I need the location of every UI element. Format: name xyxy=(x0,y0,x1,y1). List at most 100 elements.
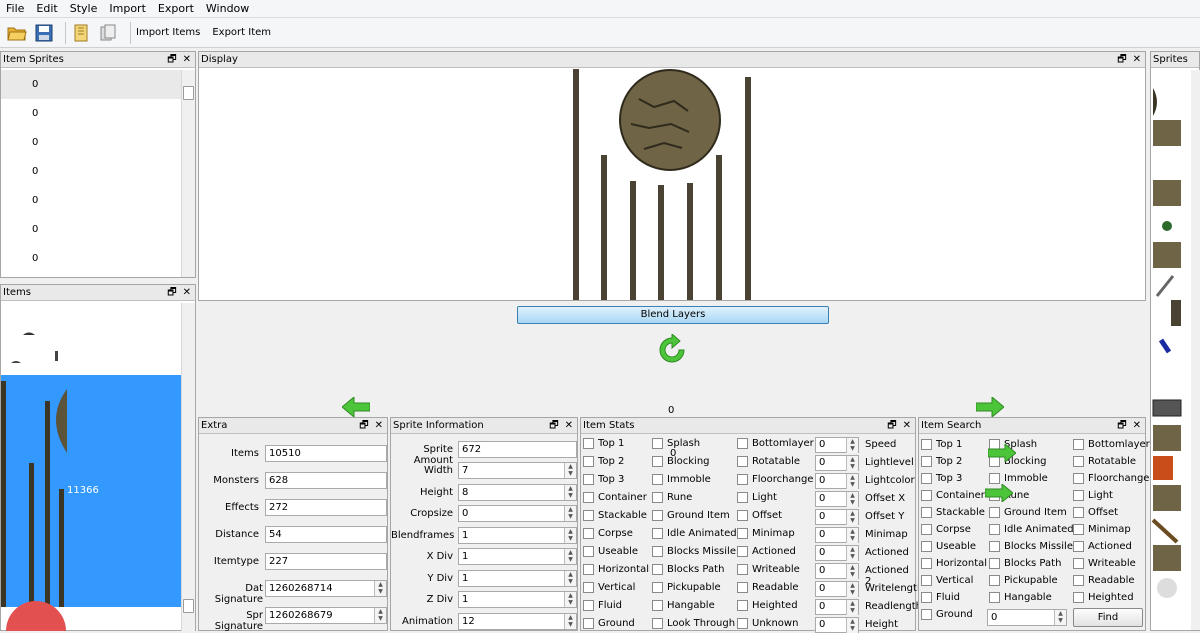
checkbox-box[interactable] xyxy=(583,474,594,485)
checkbox-box[interactable] xyxy=(737,456,748,467)
checkbox-box[interactable] xyxy=(583,600,594,611)
checkbox-box[interactable] xyxy=(652,546,663,557)
checkbox-item-stats-col3[interactable]: Heighted xyxy=(737,600,798,611)
find-button[interactable]: Find xyxy=(1073,608,1143,627)
y-div-field[interactable]: 1 ▲ ▼ xyxy=(458,570,577,587)
spin-arrows-icon[interactable]: ▲ ▼ xyxy=(564,614,576,629)
refresh-icon[interactable] xyxy=(656,332,688,369)
checkbox-box[interactable] xyxy=(1073,541,1084,552)
checkbox-item-search-col3[interactable]: Minimap xyxy=(1073,524,1131,535)
checkbox-box[interactable] xyxy=(921,473,932,484)
spin-arrows-icon[interactable]: ▲ ▼ xyxy=(564,506,576,521)
sprite-amount-field[interactable]: 672 xyxy=(458,441,577,458)
distance-field[interactable]: 54 xyxy=(265,526,387,543)
checkbox-box[interactable] xyxy=(737,564,748,575)
checkbox-item-stats-col2[interactable]: Look Through xyxy=(652,618,735,629)
checkbox-box[interactable] xyxy=(989,592,1000,603)
close-icon[interactable]: ✕ xyxy=(903,418,911,434)
checkbox-box[interactable] xyxy=(652,456,663,467)
scrollbar[interactable] xyxy=(181,303,195,631)
list-item[interactable]: 0 xyxy=(1,70,182,99)
checkbox-item-search-col1[interactable]: Container xyxy=(921,490,985,501)
close-icon[interactable]: ✕ xyxy=(1133,418,1141,434)
animation-field[interactable]: 12 ▲ ▼ xyxy=(458,613,577,630)
checkbox-item-stats-col1[interactable]: Horizontal xyxy=(583,564,649,575)
spin-arrows-icon[interactable]: ▲ ▼ xyxy=(564,571,576,586)
checkbox-item-stats-col3[interactable]: Actioned xyxy=(737,546,796,557)
checkbox-box[interactable] xyxy=(652,564,663,575)
checkbox-item-stats-col3[interactable]: Rotatable xyxy=(737,456,800,467)
checkbox-item-search-col3[interactable]: Writeable xyxy=(1073,558,1136,569)
checkbox-box[interactable] xyxy=(1073,507,1084,518)
stat-spinbox[interactable]: 0 ▲ ▼ xyxy=(815,437,859,453)
checkbox-box[interactable] xyxy=(737,474,748,485)
export-item-button[interactable]: Export Item xyxy=(212,27,271,38)
spin-arrows-icon[interactable]: ▲ ▼ xyxy=(846,582,858,597)
checkbox-item-search-col3[interactable]: Floorchange xyxy=(1073,473,1149,484)
checkbox-item-search-col1[interactable]: Useable xyxy=(921,541,976,552)
spin-arrows-icon[interactable]: ▲ ▼ xyxy=(846,546,858,561)
spin-arrows-icon[interactable]: ▲ ▼ xyxy=(846,474,858,489)
stat-spinbox[interactable]: 0 ▲ ▼ xyxy=(815,527,859,543)
stat-spinbox[interactable]: 0 ▲ ▼ xyxy=(815,455,859,471)
spin-arrows-icon[interactable]: ▲ ▼ xyxy=(564,549,576,564)
checkbox-box[interactable] xyxy=(1073,575,1084,586)
menu-import[interactable]: Import xyxy=(103,2,152,15)
stat-spinbox[interactable]: 0 ▲ ▼ xyxy=(815,563,859,579)
checkbox-item-stats-col2[interactable]: Immoble xyxy=(652,474,711,485)
stat-spinbox[interactable]: 0 ▲ ▼ xyxy=(815,473,859,489)
float-icon[interactable]: 🗗 xyxy=(167,52,176,68)
checkbox-box[interactable] xyxy=(737,510,748,521)
scrollbar-thumb[interactable] xyxy=(183,599,194,613)
save-icon[interactable] xyxy=(33,22,55,44)
export-pages-icon[interactable] xyxy=(98,22,120,44)
checkbox-box[interactable] xyxy=(652,438,663,449)
close-icon[interactable]: ✕ xyxy=(183,52,191,68)
checkbox-box[interactable] xyxy=(583,492,594,503)
stat-spinbox[interactable]: 0 ▲ ▼ xyxy=(815,581,859,597)
spin-arrows-icon[interactable]: ▲ ▼ xyxy=(846,510,858,525)
checkbox-box[interactable] xyxy=(1073,456,1084,467)
checkbox-box[interactable] xyxy=(989,558,1000,569)
close-icon[interactable]: ✕ xyxy=(1133,52,1141,68)
list-item[interactable]: 0 xyxy=(1,215,182,244)
checkbox-box[interactable] xyxy=(1073,490,1084,501)
checkbox-item-stats-col1[interactable]: Vertical xyxy=(583,582,635,593)
checkbox-box[interactable] xyxy=(583,618,594,629)
menu-style[interactable]: Style xyxy=(64,2,104,15)
checkbox-item-stats-col1[interactable]: Ground xyxy=(583,618,635,629)
checkbox-box[interactable] xyxy=(989,541,1000,552)
checkbox-item-search-col3[interactable]: Heighted xyxy=(1073,592,1134,603)
checkbox-item-search-col1[interactable]: Top 2 xyxy=(921,456,962,467)
spin-arrows-icon[interactable]: ▲ ▼ xyxy=(1054,610,1066,625)
checkbox-item-search-col2[interactable]: Blocks Path xyxy=(989,558,1061,569)
checkbox-box[interactable] xyxy=(737,618,748,629)
checkbox-box[interactable] xyxy=(921,558,932,569)
checkbox-box[interactable] xyxy=(583,438,594,449)
float-icon[interactable]: 🗗 xyxy=(887,418,896,434)
checkbox-box[interactable] xyxy=(989,575,1000,586)
checkbox-box[interactable] xyxy=(921,456,932,467)
checkbox-box[interactable] xyxy=(583,582,594,593)
checkbox-box[interactable] xyxy=(921,592,932,603)
checkbox-item-stats-col2[interactable]: Rune xyxy=(652,492,692,503)
checkbox-box[interactable] xyxy=(583,510,594,521)
checkbox-box[interactable] xyxy=(737,492,748,503)
checkbox-box[interactable] xyxy=(583,564,594,575)
stat-spinbox[interactable]: 0 ▲ ▼ xyxy=(815,509,859,525)
checkbox-item-search-col2[interactable]: Ground Item xyxy=(989,507,1067,518)
checkbox-box[interactable] xyxy=(652,582,663,593)
menu-edit[interactable]: Edit xyxy=(30,2,63,15)
blendframes-field[interactable]: 1 ▲ ▼ xyxy=(458,527,577,544)
checkbox-item-search-col1[interactable]: Ground xyxy=(921,609,973,620)
checkbox-item-stats-col3[interactable]: Minimap xyxy=(737,528,795,539)
checkbox-item-stats-col2[interactable]: Hangable xyxy=(652,600,715,611)
checkbox-box[interactable] xyxy=(989,507,1000,518)
spin-arrows-icon[interactable]: ▲ ▼ xyxy=(846,456,858,471)
spin-arrows-icon[interactable]: ▲ ▼ xyxy=(846,564,858,579)
stat-spinbox[interactable]: 0 ▲ ▼ xyxy=(815,491,859,507)
checkbox-box[interactable] xyxy=(652,618,663,629)
checkbox-item-stats-col3[interactable]: Unknown xyxy=(737,618,798,629)
checkbox-box[interactable] xyxy=(921,609,932,620)
checkbox-item-stats-col3[interactable]: Light xyxy=(737,492,777,503)
